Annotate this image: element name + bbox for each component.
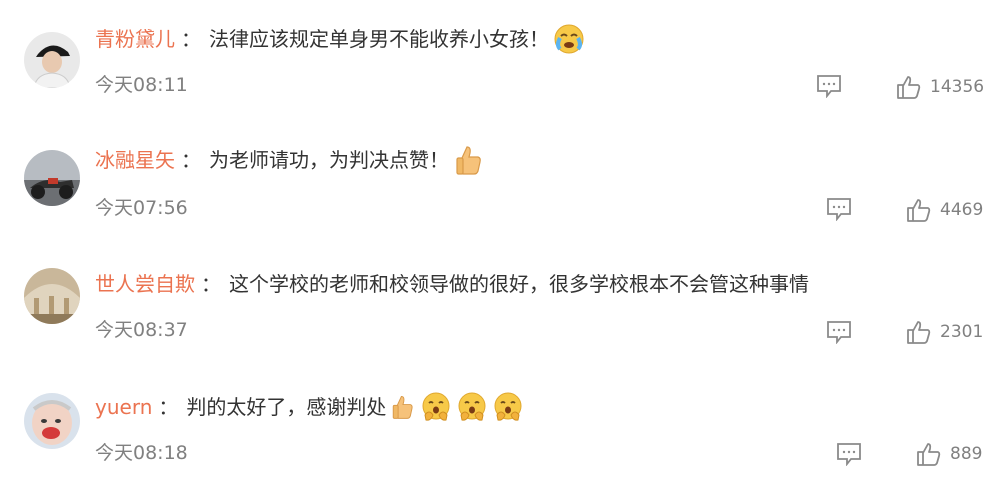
username-link[interactable]: 世人尝自欺 <box>95 267 195 301</box>
like-count: 889 <box>950 444 983 464</box>
avatar[interactable] <box>24 393 80 449</box>
username-separator: ： <box>181 27 201 51</box>
comment-timestamp: 今天08:18 <box>95 442 188 464</box>
clapping-face-emoji <box>420 391 452 423</box>
comment-timestamp: 今天08:37 <box>95 319 188 341</box>
reply-icon[interactable] <box>826 320 852 345</box>
comment-line: 青粉黛儿 ： 法律应该规定单身男不能收养小女孩！ <box>95 22 585 56</box>
thumbs-up-icon <box>907 199 931 222</box>
comment-item: 冰融星矢 ： 为老师请功，为判决点赞！ 今天07:56 4469 <box>0 120 1000 240</box>
comment-text: 为老师请功，为判决点赞！ <box>209 148 449 172</box>
username-separator: ： <box>158 395 179 419</box>
comment-line: 世人尝自欺 ： 这个学校的老师和校领导做的很好，很多学校根本不会管这种事情 <box>95 267 809 301</box>
username-link[interactable]: yuern <box>95 390 152 424</box>
username-separator: ： <box>181 148 201 172</box>
clapping-face-emoji <box>456 391 488 423</box>
comment-item: yuern ： 判的太好了，感谢判处 今天08:18 889 <box>0 360 1000 480</box>
comment-item: 青粉黛儿 ： 法律应该规定单身男不能收养小女孩！ 今天08:11 14356 <box>0 0 1000 120</box>
like-button[interactable]: 2301 <box>906 319 983 345</box>
reply-icon[interactable] <box>826 197 852 222</box>
thumbs-up-icon <box>897 76 921 99</box>
comment-line: 冰融星矢 ： 为老师请功，为判决点赞！ <box>95 143 485 177</box>
thumbs-up-emoji <box>390 394 416 420</box>
like-button[interactable]: 4469 <box>906 197 983 223</box>
like-button[interactable]: 889 <box>916 441 982 467</box>
comment-text: 法律应该规定单身男不能收养小女孩！ <box>209 27 549 51</box>
like-count: 4469 <box>940 200 984 220</box>
comment-text: 这个学校的老师和校领导做的很好，很多学校根本不会管这种事情 <box>229 272 809 296</box>
thumbs-up-icon <box>917 443 941 466</box>
reply-icon[interactable] <box>816 74 842 99</box>
like-count: 14356 <box>930 77 985 97</box>
username-link[interactable]: 青粉黛儿 <box>95 22 175 56</box>
like-count: 2301 <box>940 322 984 342</box>
avatar[interactable] <box>24 32 80 88</box>
clapping-face-emoji <box>492 391 524 423</box>
avatar[interactable] <box>24 268 80 324</box>
thumbs-up-emoji <box>453 144 485 176</box>
comment-line: yuern ： 判的太好了，感谢判处 <box>95 390 524 424</box>
reply-icon[interactable] <box>836 442 862 467</box>
username-link[interactable]: 冰融星矢 <box>95 143 175 177</box>
username-separator: ： <box>201 272 221 296</box>
comment-timestamp: 今天07:56 <box>95 197 188 219</box>
comment-timestamp: 今天08:11 <box>95 74 188 96</box>
crying-face-emoji <box>553 23 585 55</box>
comment-item: 世人尝自欺 ： 这个学校的老师和校领导做的很好，很多学校根本不会管这种事情 今天… <box>0 240 1000 360</box>
like-button[interactable]: 14356 <box>896 74 984 100</box>
avatar[interactable] <box>24 150 80 206</box>
comment-text: 判的太好了，感谢判处 <box>186 395 387 419</box>
thumbs-up-icon <box>907 321 931 344</box>
